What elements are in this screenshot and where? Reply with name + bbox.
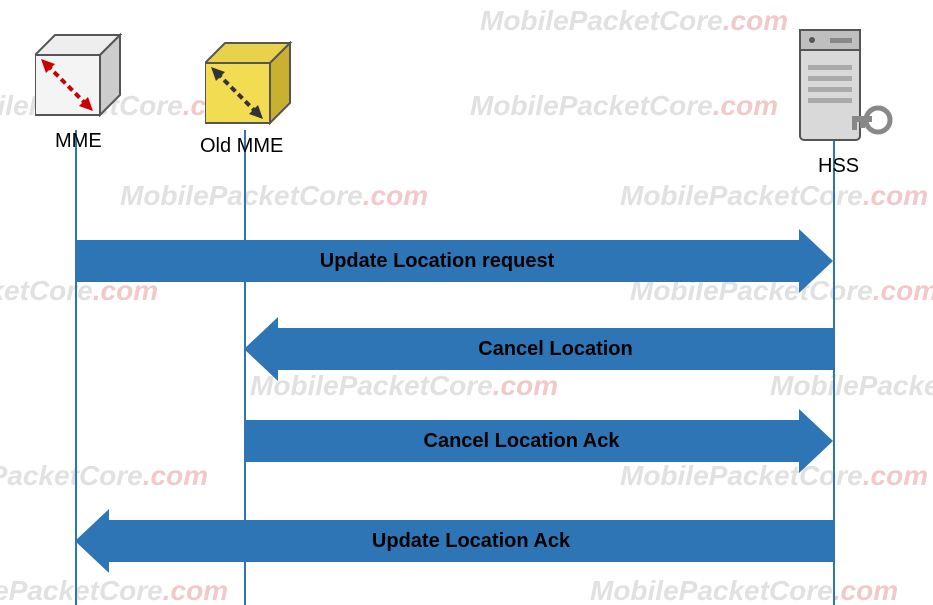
watermark: MobilePacketCore.com [470, 90, 778, 122]
msg-label: Cancel Location [478, 338, 632, 361]
msg-label: Update Location Ack [372, 530, 570, 553]
oldmme-node-icon [205, 38, 295, 143]
watermark: MobilePacketCore.com [120, 180, 428, 212]
watermark: MobilePacketCore.com [770, 370, 933, 402]
watermark: MobilePacketCore.com [590, 575, 898, 605]
msg-cancel-location: Cancel Location [278, 328, 833, 370]
watermark: MobilePacketCore.com [620, 460, 928, 492]
msg-label: Update Location request [320, 250, 554, 273]
hss-label: HSS [818, 155, 859, 178]
oldmme-label: Old MME [200, 135, 283, 158]
mme-node-icon [35, 30, 125, 135]
watermark: MobilePacketCore.com [0, 575, 228, 605]
msg-label: Cancel Location Ack [424, 430, 620, 453]
watermark: MobilePacketCore.com [250, 370, 558, 402]
mme-label: MME [55, 130, 102, 153]
msg-cancel-location-ack: Cancel Location Ack [244, 420, 799, 462]
hss-node-icon [790, 20, 910, 165]
watermark: MobilePacketCore.com [480, 5, 788, 37]
msg-update-location-request: Update Location request [75, 240, 799, 282]
watermark: MobilePacketCore.com [620, 180, 928, 212]
lifeline-hss [833, 130, 835, 605]
watermark: MobilePacketCore.com [0, 460, 208, 492]
msg-update-location-ack: Update Location Ack [109, 520, 833, 562]
